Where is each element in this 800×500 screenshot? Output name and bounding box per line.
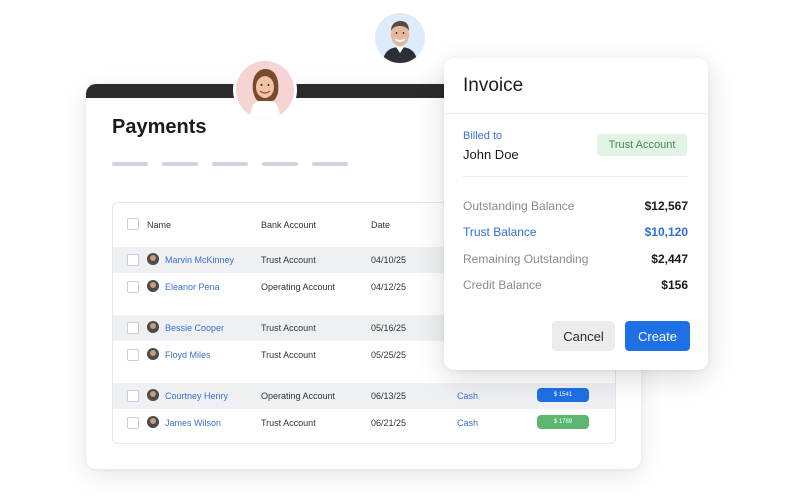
row-checkbox[interactable] [127,390,139,402]
tab-placeholder[interactable] [262,162,298,166]
table-row[interactable]: Courtney Henry Operating Account 06/13/2… [113,383,615,409]
balance-value: $156 [661,278,688,292]
tab-placeholders [112,162,348,166]
balance-row-trust: Trust Balance $10,120 [463,225,688,241]
bank-account: Trust Account [261,350,316,360]
avatar [147,280,159,292]
row-checkbox[interactable] [127,254,139,266]
balance-label: Credit Balance [463,278,542,292]
column-header-name[interactable]: Name [147,220,171,230]
amount-badge: $ 1789 [537,415,589,429]
balance-row-remaining: Remaining Outstanding $2,447 [463,252,688,268]
avatar [147,416,159,428]
select-all-checkbox[interactable] [127,218,139,230]
row-checkbox[interactable] [127,322,139,334]
balance-row-outstanding: Outstanding Balance $12,567 [463,199,688,215]
row-checkbox[interactable] [127,281,139,293]
table-row[interactable]: James Wilson Trust Account 06/21/25 Cash… [113,410,615,436]
tab-placeholder[interactable] [162,162,198,166]
payment-method[interactable]: Cash [457,391,478,401]
avatar [147,348,159,360]
payee-name[interactable]: Bessie Cooper [165,323,224,333]
payee-name[interactable]: Marvin McKinney [165,255,234,265]
woman-avatar-icon [236,61,294,119]
avatar [147,389,159,401]
row-checkbox[interactable] [127,349,139,361]
page-title: Payments [112,116,207,138]
bank-account: Operating Account [261,282,336,292]
avatar [375,13,425,63]
cancel-button[interactable]: Cancel [552,321,615,351]
bank-account: Trust Account [261,323,316,333]
tab-placeholder[interactable] [312,162,348,166]
bank-account: Trust Account [261,255,316,265]
date: 04/12/25 [371,282,407,292]
row-checkbox[interactable] [127,417,139,429]
balance-value: $10,120 [644,225,688,239]
account-badge: Trust Account [597,134,687,156]
date: 05/25/25 [371,350,407,360]
amount-badge: $ 1541 [537,388,589,402]
payee-name[interactable]: Courtney Henry [165,391,228,401]
date: 04/10/25 [371,255,407,265]
balance-label: Remaining Outstanding [463,252,589,266]
column-header-bank-account[interactable]: Bank Account [261,220,316,230]
payee-name[interactable]: James Wilson [165,418,221,428]
balance-label: Trust Balance [463,225,537,239]
payment-method[interactable]: Cash [457,418,478,428]
balance-value: $2,447 [651,252,688,266]
date: 06/13/25 [371,391,407,401]
divider [444,113,708,114]
payee-name[interactable]: Eleanor Pena [165,282,220,292]
balance-label: Outstanding Balance [463,199,575,213]
bank-account: Operating Account [261,391,336,401]
man-avatar-icon [375,13,425,63]
billed-to-label: Billed to [463,130,503,142]
tab-placeholder[interactable] [112,162,148,166]
divider [463,176,688,177]
payee-name[interactable]: Floyd Miles [165,350,211,360]
balance-row-credit: Credit Balance $156 [463,278,688,294]
create-button[interactable]: Create [625,321,690,351]
invoice-title: Invoice [463,75,524,96]
column-header-date[interactable]: Date [371,220,390,230]
avatar [236,61,294,119]
invoice-panel: Invoice Billed to John Doe Trust Account… [444,58,708,370]
tab-placeholder[interactable] [212,162,248,166]
date: 05/16/25 [371,323,407,333]
avatar [147,321,159,333]
avatar [147,253,159,265]
balance-value: $12,567 [644,199,688,213]
billed-to-name: John Doe [463,147,519,162]
bank-account: Trust Account [261,418,316,428]
date: 06/21/25 [371,418,407,428]
